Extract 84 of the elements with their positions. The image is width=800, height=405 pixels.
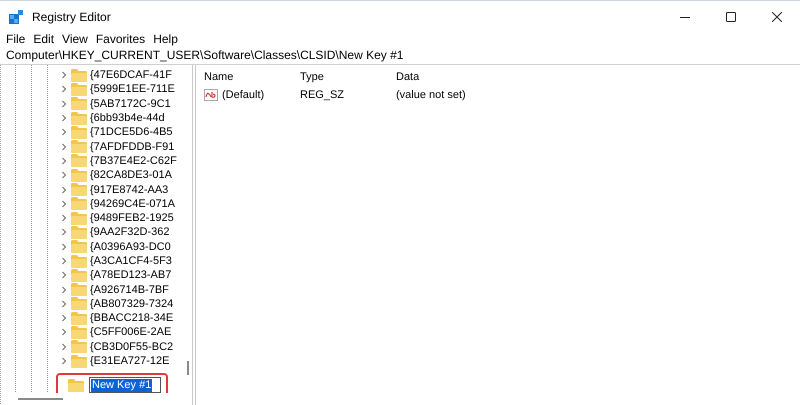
tree-item[interactable]: {A0396A93-DC0 (90, 240, 171, 253)
folder-icon (71, 126, 87, 139)
value-name: (Default) (222, 89, 264, 101)
expander-icon[interactable] (60, 85, 68, 94)
scrollbar-thumb[interactable] (18, 398, 63, 400)
address-field[interactable]: Computer\HKEY_CURRENT_USER\Software\Classes\CLSID\New Key #1 (6, 48, 794, 62)
string-value-icon (204, 89, 218, 101)
folder-icon (68, 378, 84, 392)
rename-field[interactable]: New Key #1 (89, 377, 162, 393)
folder-icon (71, 97, 87, 110)
expander-icon[interactable] (60, 328, 68, 336)
folder-icon (71, 68, 87, 82)
expander-icon[interactable] (60, 314, 68, 322)
tree-item[interactable]: {9AA2F32D-362 (90, 226, 170, 238)
folder-icon (71, 254, 87, 268)
menu-item[interactable]: File (4, 31, 32, 47)
tree-item[interactable]: {917E8742-AA3 (90, 184, 168, 196)
folder-icon (71, 312, 87, 325)
expander-icon[interactable] (60, 242, 68, 251)
tree-item[interactable]: {5999E1EE-711E (90, 83, 175, 96)
value-type: REG_SZ (300, 88, 346, 103)
menu-item[interactable]: Favorites (94, 31, 152, 47)
folder-icon (71, 183, 87, 196)
expander-icon[interactable] (60, 286, 68, 294)
folder-icon (71, 212, 87, 225)
maximize-icon (726, 12, 736, 22)
expander-icon[interactable] (60, 114, 68, 122)
menu-item[interactable]: Help (151, 31, 184, 47)
tree-item[interactable]: {CB3D0F55-BC2 (90, 340, 174, 353)
expander-icon[interactable] (60, 128, 68, 136)
column-header[interactable]: Type (300, 69, 396, 85)
tree-item[interactable]: {A926714B-7BF (90, 284, 169, 296)
expander-icon[interactable] (60, 142, 68, 151)
tree-item[interactable]: {C5FF006E-2AE (90, 326, 172, 338)
expander-icon[interactable] (60, 214, 68, 222)
scrollbar-thumb[interactable] (187, 361, 189, 375)
expander-icon[interactable] (60, 357, 68, 366)
folder-icon (71, 82, 87, 96)
tree-item[interactable]: {71DCE5D6-4B5 (90, 126, 173, 138)
tree-item[interactable]: {6bb93b4e-44d (90, 112, 165, 124)
window-title: Registry Editor (32, 10, 111, 24)
expander-icon[interactable] (60, 200, 68, 208)
expander-icon[interactable] (60, 271, 68, 280)
folder-icon (71, 283, 87, 296)
value-data: (value not set) (396, 88, 467, 103)
tree-item[interactable]: {94269C4E-071A (90, 198, 176, 210)
folder-icon (71, 240, 87, 254)
folder-icon (71, 197, 87, 210)
tree-item[interactable]: {A78ED123-AB7 (90, 269, 172, 282)
tree-item[interactable]: {BBACC218-34E (90, 312, 174, 324)
tree-item[interactable]: {82CA8DE3-01A (90, 169, 172, 182)
expander-icon[interactable] (60, 342, 68, 351)
expander-icon[interactable] (60, 71, 68, 80)
tree-item[interactable]: {7AFDFDDB-F91 (90, 140, 174, 153)
menu-item[interactable]: View (60, 31, 94, 47)
tree-item[interactable]: {7B37E4E2-C62F (90, 154, 177, 167)
tree-item[interactable]: {5AB7172C-9C1 (90, 98, 171, 110)
tree-item[interactable]: {9489FEB2-1925 (90, 212, 174, 224)
folder-icon (71, 140, 87, 154)
expander-icon[interactable] (60, 228, 68, 236)
folder-icon (71, 226, 87, 239)
close-icon (772, 12, 782, 22)
tree-item[interactable]: {A3CA1CF4-5F3 (90, 255, 172, 267)
menu-item[interactable]: Edit (31, 31, 60, 47)
expander-icon[interactable] (60, 257, 68, 265)
expander-icon[interactable] (60, 171, 68, 180)
folder-icon (71, 340, 87, 354)
folder-icon (71, 297, 87, 310)
expander-icon[interactable] (60, 100, 68, 108)
expander-icon[interactable] (60, 300, 68, 308)
column-header[interactable]: Data (396, 69, 800, 85)
folder-icon (71, 326, 87, 339)
folder-icon (71, 154, 87, 168)
folder-icon (71, 168, 87, 182)
expander-icon[interactable] (60, 186, 68, 194)
expander-icon[interactable] (60, 156, 68, 165)
app-icon (8, 9, 24, 25)
column-header[interactable]: Name (204, 69, 300, 85)
folder-icon (71, 354, 87, 368)
tree-item[interactable]: {47E6DCAF-41F (90, 69, 172, 82)
folder-icon (71, 268, 87, 282)
folder-icon (71, 112, 87, 125)
tree-item[interactable]: {E31EA727-12E (90, 355, 170, 368)
tree-item[interactable]: {AB807329-7324 (90, 298, 174, 310)
